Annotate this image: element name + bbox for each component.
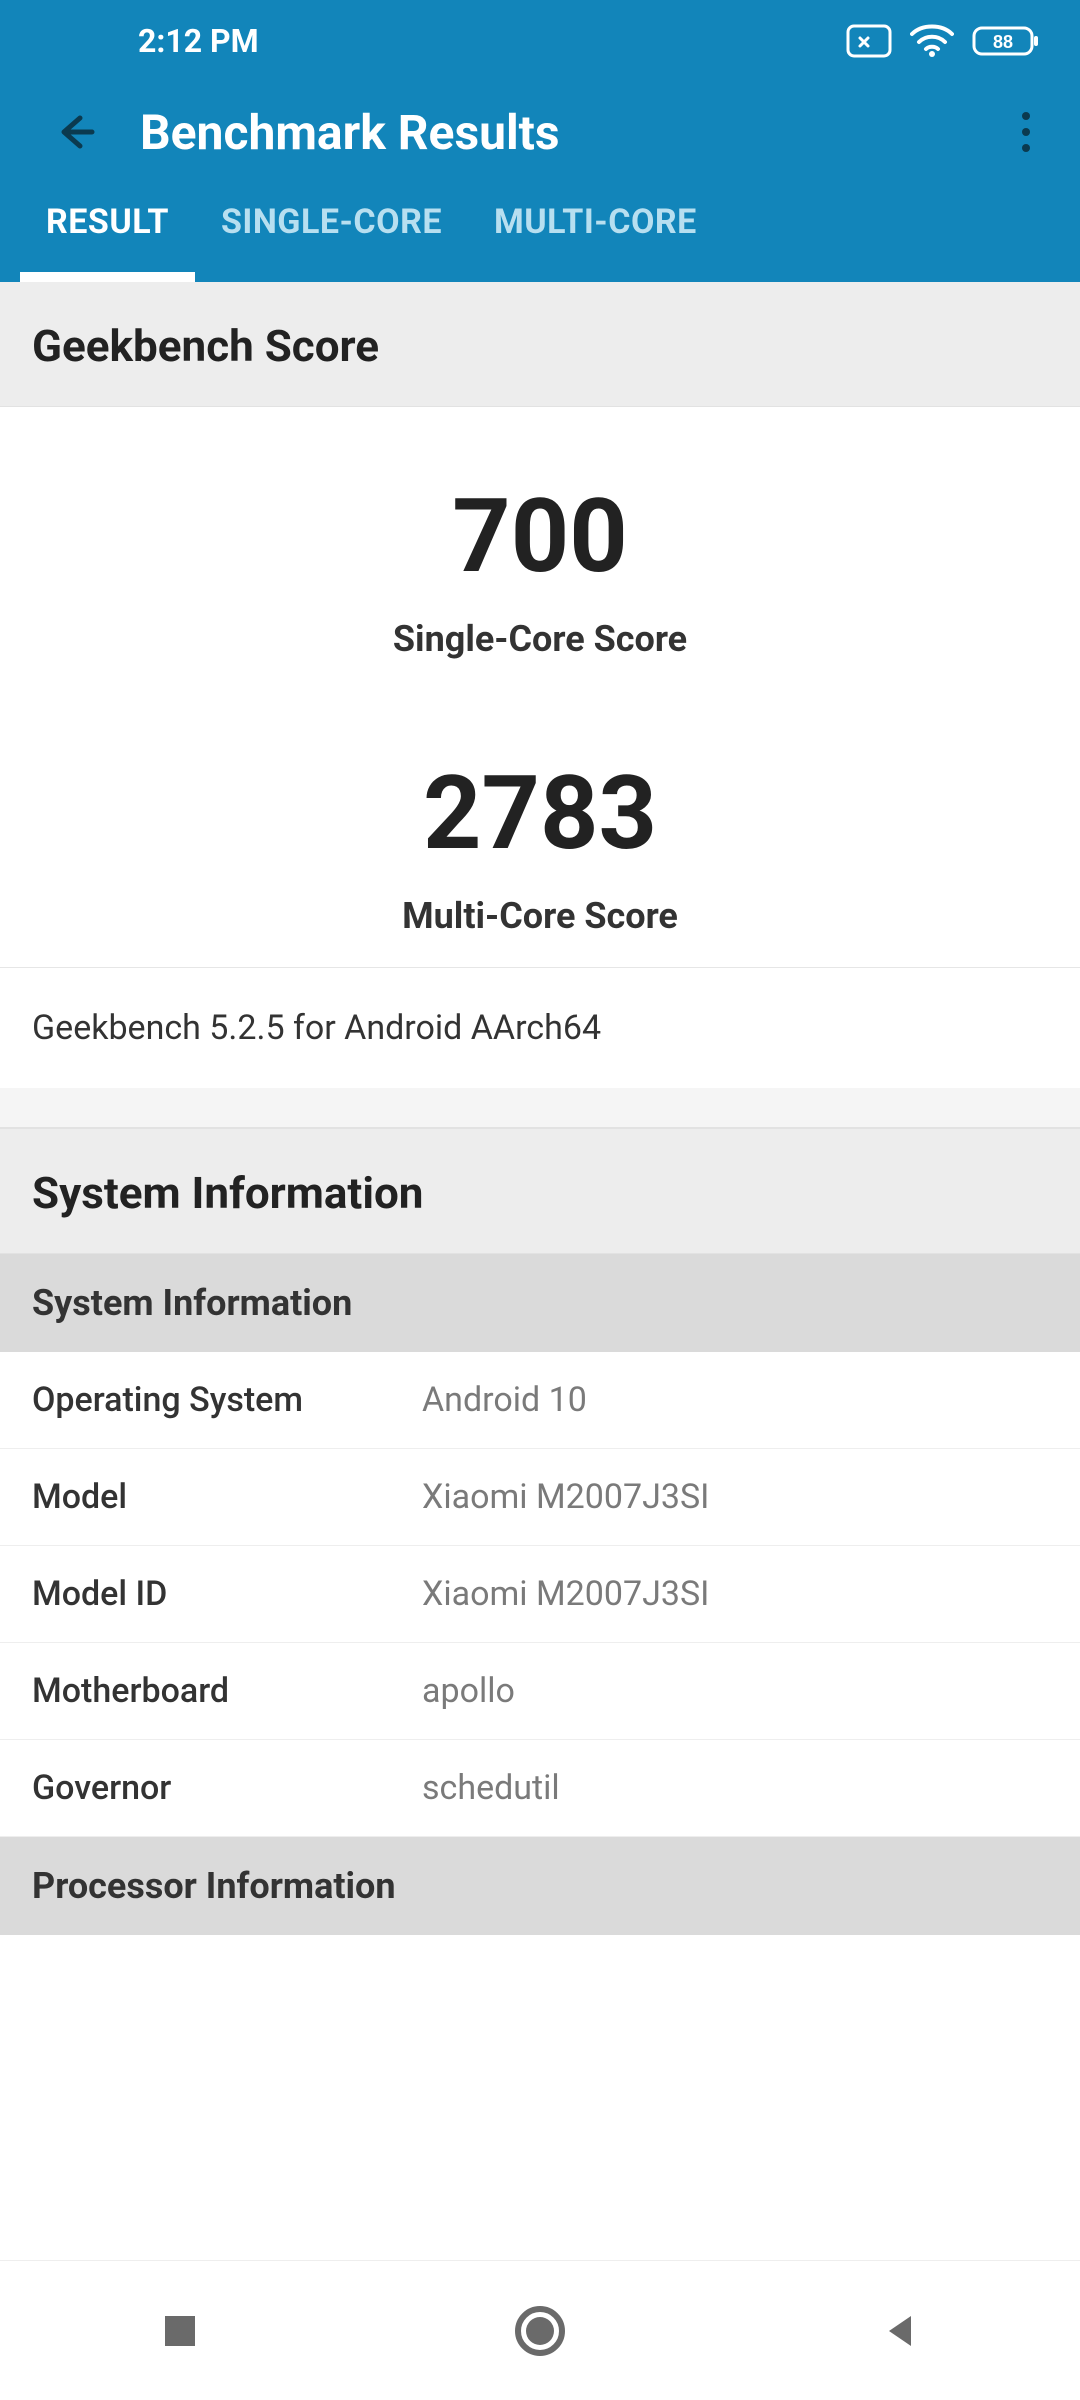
tab-multi-core[interactable]: MULTI-CORE: [468, 178, 723, 282]
back-arrow-icon: [52, 110, 96, 154]
status-time: 2:12 PM: [138, 22, 259, 60]
square-icon: [161, 2312, 199, 2350]
multi-core-score-label: Multi-Core Score: [0, 895, 1080, 937]
row-value: schedutil: [422, 1768, 1048, 1808]
sysinfo-subheader: System Information: [0, 1254, 1080, 1352]
tab-bar: RESULT SINGLE-CORE MULTI-CORE: [0, 182, 1080, 282]
procinfo-subheader: Processor Information: [0, 1837, 1080, 1935]
screencast-icon: [846, 24, 892, 58]
row-operating-system: Operating System Android 10: [0, 1352, 1080, 1449]
row-motherboard: Motherboard apollo: [0, 1643, 1080, 1740]
single-core-score-block: 700 Single-Core Score: [0, 437, 1080, 680]
score-section-title: Geekbench Score: [32, 320, 1048, 372]
back-button[interactable]: [44, 102, 104, 162]
tab-result[interactable]: RESULT: [20, 178, 195, 282]
kebab-icon: [1021, 110, 1031, 154]
row-value: apollo: [422, 1671, 1048, 1711]
app-bar: Benchmark Results: [0, 82, 1080, 182]
system-nav-bar: [0, 2260, 1080, 2400]
section-spacer: [0, 1088, 1080, 1128]
status-icons: 88: [846, 24, 1040, 58]
status-bar: 2:12 PM 88: [0, 0, 1080, 82]
battery-icon: 88: [972, 24, 1040, 58]
row-model-id: Model ID Xiaomi M2007J3SI: [0, 1546, 1080, 1643]
page-title: Benchmark Results: [140, 104, 996, 161]
nav-home-button[interactable]: [450, 2281, 630, 2381]
row-governor: Governor schedutil: [0, 1740, 1080, 1837]
multi-core-score-value: 2783: [0, 760, 1080, 867]
sysinfo-section-title: System Information: [32, 1167, 1048, 1219]
overflow-menu-button[interactable]: [996, 102, 1056, 162]
version-row: Geekbench 5.2.5 for Android AArch64: [0, 967, 1080, 1088]
multi-core-score-block: 2783 Multi-Core Score: [0, 680, 1080, 957]
triangle-left-icon: [881, 2312, 919, 2350]
section-header-sysinfo: System Information: [0, 1128, 1080, 1254]
row-value: Xiaomi M2007J3SI: [422, 1574, 1048, 1614]
single-core-score-label: Single-Core Score: [0, 618, 1080, 660]
svg-text:88: 88: [993, 32, 1013, 52]
row-key: Model ID: [32, 1574, 422, 1614]
row-value: Android 10: [422, 1380, 1048, 1420]
single-core-score-value: 700: [0, 483, 1080, 590]
circle-icon: [512, 2303, 568, 2359]
score-container: 700 Single-Core Score 2783 Multi-Core Sc…: [0, 407, 1080, 967]
row-key: Operating System: [32, 1380, 422, 1420]
row-model: Model Xiaomi M2007J3SI: [0, 1449, 1080, 1546]
nav-recents-button[interactable]: [90, 2281, 270, 2381]
tab-single-core[interactable]: SINGLE-CORE: [195, 178, 468, 282]
row-key: Model: [32, 1477, 422, 1517]
row-key: Governor: [32, 1768, 422, 1808]
row-key: Motherboard: [32, 1671, 422, 1711]
section-header-score: Geekbench Score: [0, 282, 1080, 407]
wifi-icon: [910, 24, 954, 58]
row-value: Xiaomi M2007J3SI: [422, 1477, 1048, 1517]
nav-back-button[interactable]: [810, 2281, 990, 2381]
